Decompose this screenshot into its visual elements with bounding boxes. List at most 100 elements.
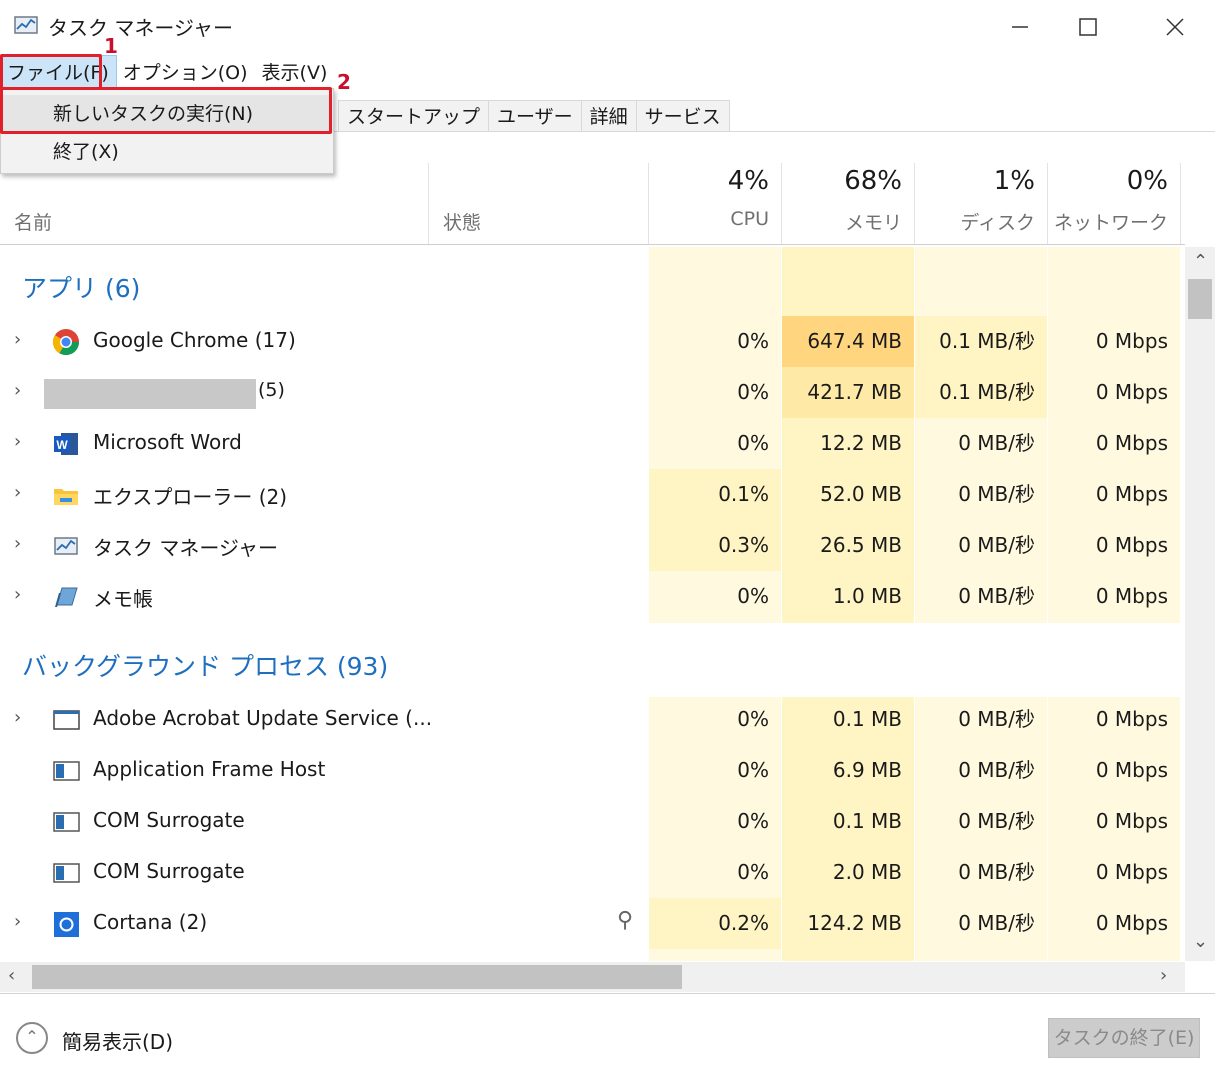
menu-item-run-new-task[interactable]: 新しいタスクの実行(N) xyxy=(1,95,333,133)
group-background-processes: バックグラウンド プロセス (93) xyxy=(22,652,389,681)
annotation-step-2: 2 xyxy=(337,70,351,94)
vertical-scrollbar[interactable]: ⌃ ⌄ xyxy=(1185,247,1215,961)
vertical-scroll-thumb[interactable] xyxy=(1188,279,1212,319)
network-cell: 0 Mbps xyxy=(1095,329,1168,353)
minimize-button[interactable] xyxy=(990,4,1050,50)
title-bar: タスク マネージャー xyxy=(0,0,1215,54)
end-task-button[interactable]: タスクの終了(E) xyxy=(1048,1018,1200,1058)
table-row[interactable]: COM Surrogate 0% 2.0 MB 0 MB/秒 0 Mbps xyxy=(0,847,1185,898)
app-frame-icon xyxy=(53,863,80,883)
menu-view[interactable]: 表示(V) xyxy=(255,56,335,90)
process-name: メモ帳 xyxy=(93,587,153,611)
memory-cell: 52.0 MB xyxy=(820,482,902,506)
table-row[interactable]: › メモ帳 0% 1.0 MB 0 MB/秒 0 Mbps xyxy=(0,571,1185,622)
table-row[interactable]: › (5) 0% 421.7 MB 0.1 MB/秒 0 Mbps xyxy=(0,367,1185,418)
maximize-button[interactable] xyxy=(1058,4,1118,50)
cpu-cell: 0% xyxy=(737,329,769,353)
leaf-eco-icon: ⚲ xyxy=(617,908,634,933)
menu-item-exit[interactable]: 終了(X) xyxy=(1,133,333,171)
table-row[interactable]: › エクスプローラー (2) 0.1% 52.0 MB 0 MB/秒 0 Mbp… xyxy=(0,469,1185,520)
table-row[interactable]: › Adobe Acrobat Update Service (... 0% 0… xyxy=(0,694,1185,745)
tab-services[interactable]: サービス xyxy=(636,100,730,132)
table-row[interactable]: › タスク マネージャー 0.3% 26.5 MB 0 MB/秒 0 Mbps xyxy=(0,520,1185,571)
memory-label: メモリ xyxy=(844,212,902,234)
expand-chevron-icon[interactable]: › xyxy=(14,329,21,350)
annotation-step-1: 1 xyxy=(104,34,118,58)
group-apps: アプリ (6) xyxy=(22,274,141,303)
close-button[interactable] xyxy=(1145,4,1205,50)
cpu-cell: 0% xyxy=(737,860,769,884)
disk-cell: 0 MB/秒 xyxy=(958,431,1035,455)
cpu-total: 4% xyxy=(727,166,769,196)
svg-text:W: W xyxy=(56,438,68,452)
menu-file[interactable]: ファイル(F) xyxy=(0,55,117,91)
cpu-cell: 0% xyxy=(737,584,769,608)
network-label: ネットワーク xyxy=(1053,212,1168,234)
column-status[interactable]: 状態 xyxy=(429,160,648,246)
process-name: COM Surrogate xyxy=(93,808,245,832)
disk-cell: 0 MB/秒 xyxy=(958,758,1035,782)
redacted-name-block xyxy=(44,379,256,409)
table-row[interactable]: › Cortana (2) ⚲ 0.2% 124.2 MB 0 MB/秒 0 M… xyxy=(0,898,1185,949)
menu-options[interactable]: オプション(O) xyxy=(116,56,255,90)
column-disk[interactable]: 1% ディスク xyxy=(915,160,1047,246)
column-network[interactable]: 0% ネットワーク xyxy=(1048,160,1180,246)
column-memory[interactable]: 68% メモリ xyxy=(782,160,914,246)
chrome-icon xyxy=(52,329,80,356)
expand-chevron-icon[interactable]: › xyxy=(14,584,21,605)
memory-cell: 0.1 MB xyxy=(832,707,902,731)
table-row[interactable]: › Google Chrome (17) 0% 647.4 MB 0.1 MB/… xyxy=(0,316,1185,367)
memory-cell: 1.0 MB xyxy=(832,584,902,608)
cortana-icon xyxy=(54,912,79,937)
column-divider xyxy=(648,163,649,245)
table-row[interactable]: › W Microsoft Word 0% 12.2 MB 0 MB/秒 0 M… xyxy=(0,418,1185,469)
horizontal-scroll-thumb[interactable] xyxy=(32,965,682,989)
cpu-label: CPU xyxy=(730,208,769,230)
expand-chevron-icon[interactable]: › xyxy=(14,911,21,932)
process-name: Cortana (2) xyxy=(93,910,208,934)
app-frame-icon xyxy=(53,761,80,781)
disk-cell: 0.1 MB/秒 xyxy=(915,367,1047,418)
column-cpu[interactable]: 4% CPU xyxy=(649,160,781,246)
expand-chevron-icon[interactable]: › xyxy=(14,482,21,503)
collapse-up-icon[interactable]: ⌃ xyxy=(16,1022,48,1054)
cpu-cell: 0% xyxy=(737,431,769,455)
expand-chevron-icon[interactable]: › xyxy=(14,707,21,728)
disk-label: ディスク xyxy=(960,212,1035,234)
task-manager-icon xyxy=(14,16,38,34)
cpu-cell: 0.3% xyxy=(649,520,781,571)
network-cell: 0 Mbps xyxy=(1095,809,1168,833)
notepad-icon xyxy=(55,587,78,607)
tab-startup[interactable]: スタートアップ xyxy=(338,100,490,132)
process-name: Application Frame Host xyxy=(93,757,326,781)
memory-cell: 124.2 MB xyxy=(782,898,914,949)
minimize-icon xyxy=(1012,26,1028,28)
tab-details[interactable]: 詳細 xyxy=(581,100,637,132)
network-cell: 0 Mbps xyxy=(1095,584,1168,608)
expand-chevron-icon[interactable]: › xyxy=(14,533,21,554)
horizontal-scrollbar[interactable]: ‹ › xyxy=(0,962,1185,992)
scroll-right-icon[interactable]: › xyxy=(1160,965,1167,986)
tab-users[interactable]: ユーザー xyxy=(489,100,582,132)
fewer-details-link[interactable]: 簡易表示(D) xyxy=(62,1026,173,1055)
expand-chevron-icon[interactable]: › xyxy=(14,431,21,452)
memory-cell: 6.9 MB xyxy=(832,758,902,782)
expand-chevron-icon[interactable]: › xyxy=(14,380,21,401)
cpu-cell: 0% xyxy=(737,758,769,782)
memory-cell: 2.0 MB xyxy=(832,860,902,884)
table-row[interactable]: COM Surrogate 0% 0.1 MB 0 MB/秒 0 Mbps xyxy=(0,796,1185,847)
network-cell: 0 Mbps xyxy=(1095,431,1168,455)
group-spacer xyxy=(649,623,1180,697)
scroll-left-icon[interactable]: ‹ xyxy=(8,965,15,986)
process-name: タスク マネージャー xyxy=(93,536,278,560)
network-cell: 0 Mbps xyxy=(1095,758,1168,782)
scroll-up-icon[interactable]: ⌃ xyxy=(1193,251,1208,272)
word-icon: W xyxy=(54,433,78,455)
table-row[interactable]: Application Frame Host 0% 6.9 MB 0 MB/秒 … xyxy=(0,745,1185,796)
file-dropdown-menu: 新しいタスクの実行(N) 終了(X) xyxy=(0,88,334,174)
process-list: アプリ (6) › Google Chrome (17) 0% 647.4 MB… xyxy=(0,247,1185,961)
network-total: 0% xyxy=(1126,166,1168,196)
scroll-down-icon[interactable]: ⌄ xyxy=(1193,931,1208,952)
disk-cell: 0 MB/秒 xyxy=(958,911,1035,935)
process-name: Google Chrome (17) xyxy=(93,328,296,352)
